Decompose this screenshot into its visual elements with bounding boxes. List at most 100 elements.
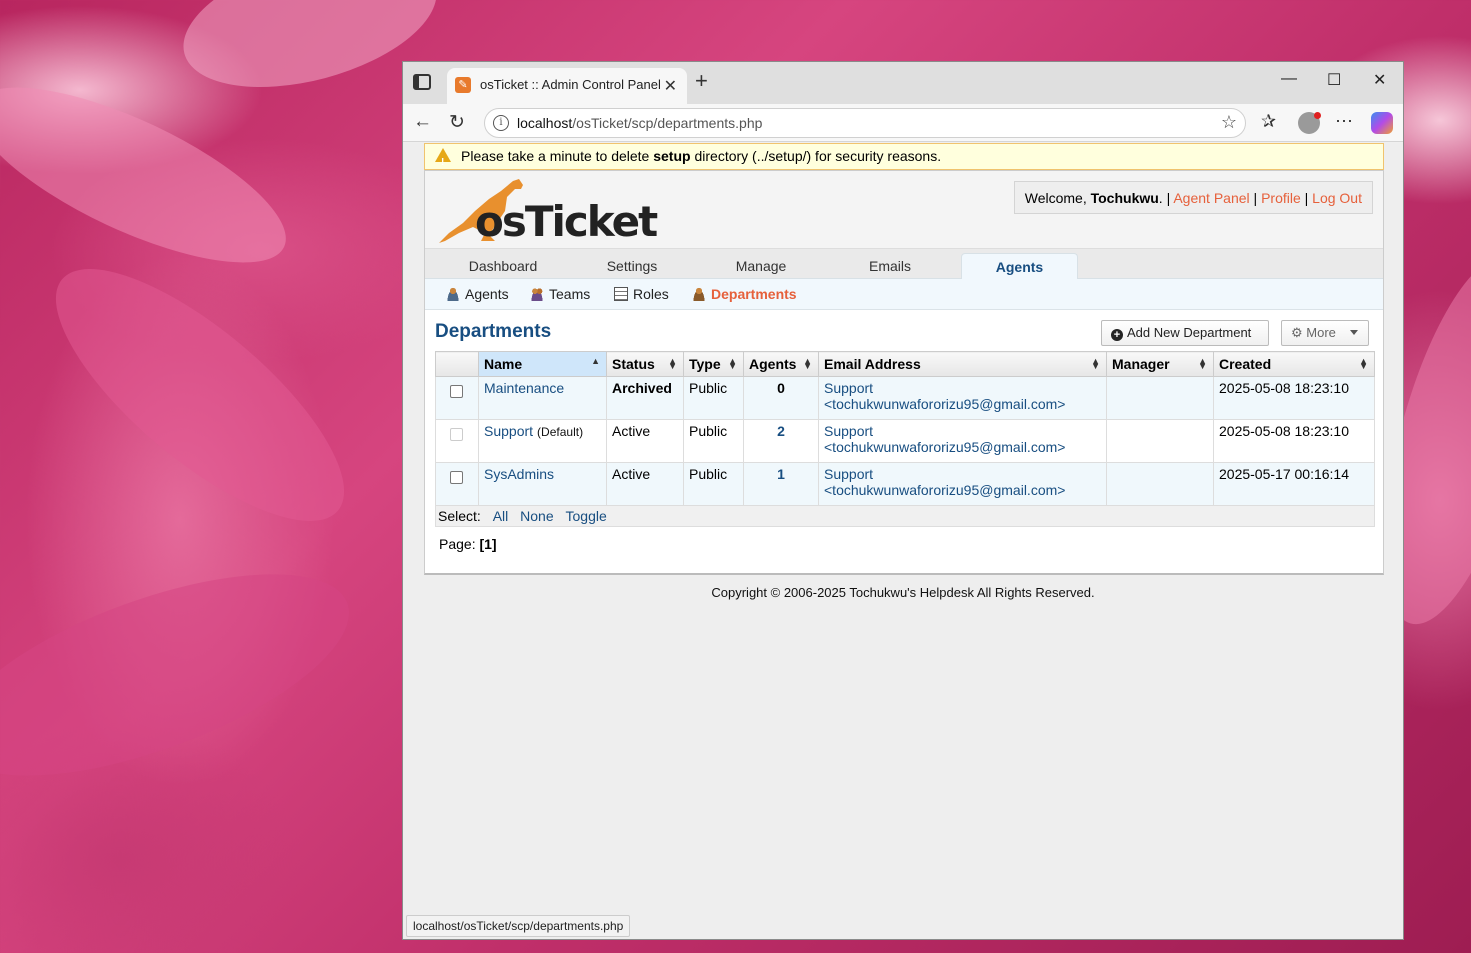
column-header-type[interactable]: Type ▲ ▼: [683, 351, 744, 377]
manager-cell: [1106, 376, 1214, 420]
wallpaper-petal: [20, 229, 380, 561]
agents-count-cell: 1: [743, 462, 819, 506]
plus-icon: +: [1111, 329, 1123, 341]
subnav-agents[interactable]: Agents: [446, 286, 509, 302]
more-dropdown-button[interactable]: ⚙ More: [1281, 320, 1369, 346]
manager-cell: [1106, 462, 1214, 506]
more-button-label: More: [1306, 325, 1336, 340]
agent-icon: [446, 287, 460, 301]
email-link[interactable]: Support <tochukwunwafororizu95@gmail.com>: [824, 380, 1065, 412]
manager-cell: [1106, 419, 1214, 463]
column-header-agents[interactable]: Agents ▲ ▼: [743, 351, 819, 377]
copyright-footer: Copyright © 2006-2025 Tochukwu's Helpdes…: [711, 585, 1095, 600]
url-field[interactable]: i localhost/osTicket/scp/departments.php…: [484, 108, 1246, 138]
add-new-department-button[interactable]: + Add New Department: [1101, 320, 1269, 346]
more-options-icon[interactable]: ⋯: [1335, 111, 1353, 132]
column-label: Agents: [749, 356, 797, 372]
subnav-departments[interactable]: Departments: [692, 286, 797, 302]
favorite-star-icon[interactable]: ☆: [1221, 112, 1237, 133]
subnav-teams-label: Teams: [549, 286, 591, 302]
minimize-icon[interactable]: —: [1281, 70, 1297, 88]
copilot-icon[interactable]: [1371, 112, 1393, 134]
tab-settings[interactable]: Settings: [582, 249, 682, 280]
sort-icon: ▲ ▼: [803, 356, 812, 371]
column-header-status[interactable]: Status ▲ ▼: [606, 351, 684, 377]
select-column-header: [435, 351, 479, 377]
gear-icon: ⚙: [1291, 325, 1307, 340]
column-label: Type: [689, 356, 721, 372]
maximize-icon[interactable]: ☐: [1327, 70, 1341, 90]
admin-container: osTicket Welcome, Tochukwu. | Agent Pane…: [424, 170, 1384, 575]
log-out-link[interactable]: Log Out: [1312, 190, 1362, 206]
department-link[interactable]: Maintenance: [484, 380, 564, 396]
page-content: Please take a minute to delete setup dir…: [403, 143, 1403, 939]
email-cell: Support <tochukwunwafororizu95@gmail.com>: [818, 419, 1107, 463]
row-checkbox[interactable]: [450, 471, 463, 484]
column-header-created[interactable]: Created ▲ ▼: [1213, 351, 1375, 377]
table-row: SysAdmins Active Public 1 Support <tochuk…: [435, 462, 1375, 506]
column-header-name[interactable]: Name ▲: [478, 351, 607, 377]
new-tab-icon[interactable]: +: [695, 68, 708, 94]
select-none-link[interactable]: None: [520, 508, 553, 524]
tab-dashboard[interactable]: Dashboard: [453, 249, 553, 280]
column-label: Name: [484, 356, 523, 372]
favorites-icon[interactable]: ✰: [1261, 111, 1276, 132]
site-info-icon[interactable]: i: [493, 115, 509, 131]
subnav-departments-label: Departments: [711, 286, 797, 302]
subnav-roles[interactable]: Roles: [614, 286, 669, 302]
column-label: Created: [1219, 356, 1272, 372]
agents-count-link[interactable]: 2: [777, 423, 785, 439]
setup-warning-banner: Please take a minute to delete setup dir…: [424, 143, 1384, 175]
email-cell: Support <tochukwunwafororizu95@gmail.com>: [818, 462, 1107, 506]
status-cell: Active: [606, 462, 684, 506]
pagination: Page: [1]: [439, 536, 497, 552]
column-header-manager[interactable]: Manager ▲ ▼: [1106, 351, 1214, 377]
tab-manage[interactable]: Manage: [711, 249, 811, 280]
agents-count-cell: 0: [743, 376, 819, 420]
email-address: <tochukwunwafororizu95@gmail.com>: [824, 396, 1066, 412]
tab-agents[interactable]: Agents: [961, 253, 1078, 281]
add-button-label: Add New Department: [1127, 325, 1252, 340]
tab-bar: ✎ osTicket :: Admin Control Panel ✕ + — …: [403, 62, 1403, 104]
email-link[interactable]: Support <tochukwunwafororizu95@gmail.com>: [824, 466, 1065, 498]
wallpaper-petal: [0, 532, 373, 818]
osticket-logo[interactable]: osTicket: [435, 177, 658, 246]
close-tab-icon[interactable]: ✕: [664, 76, 677, 96]
type-cell: Public: [683, 376, 744, 420]
address-bar: ← ↻ i localhost/osTicket/scp/departments…: [403, 104, 1403, 142]
agent-panel-link[interactable]: Agent Panel: [1173, 190, 1249, 206]
agents-count-cell: 2: [743, 419, 819, 463]
browser-tab[interactable]: ✎ osTicket :: Admin Control Panel ✕: [447, 68, 687, 104]
welcome-separator: . |: [1158, 190, 1174, 206]
agents-count-link[interactable]: 1: [777, 466, 785, 482]
osticket-favicon-icon: ✎: [455, 77, 471, 93]
column-header-email[interactable]: Email Address ▲ ▼: [818, 351, 1107, 377]
close-window-icon[interactable]: ✕: [1373, 70, 1386, 90]
reload-icon[interactable]: ↻: [449, 111, 465, 134]
email-address: <tochukwunwafororizu95@gmail.com>: [824, 439, 1066, 455]
department-link[interactable]: SysAdmins: [484, 466, 554, 482]
notification-dot: [1314, 112, 1321, 119]
profile-link[interactable]: Profile: [1261, 190, 1301, 206]
select-toggle-link[interactable]: Toggle: [566, 508, 607, 524]
department-link[interactable]: Support: [484, 423, 533, 439]
table-row: Maintenance Archived Public 0 Support <to…: [435, 376, 1375, 420]
email-link[interactable]: Support <tochukwunwafororizu95@gmail.com>: [824, 423, 1065, 455]
main-nav: Dashboard Settings Manage Emails Agents: [425, 248, 1383, 281]
page-title: Departments: [435, 321, 552, 342]
url-text: localhost/osTicket/scp/departments.php: [517, 115, 763, 131]
select-all-link[interactable]: All: [493, 508, 509, 524]
tab-emails[interactable]: Emails: [840, 249, 940, 280]
sort-icon: ▲ ▼: [728, 356, 737, 371]
tab-title: osTicket :: Admin Control Panel: [480, 77, 661, 92]
warning-text: Please take a minute to delete: [461, 148, 654, 164]
tab-actions-icon[interactable]: [413, 74, 431, 90]
email-name: Support: [824, 423, 874, 439]
column-label: Status: [612, 356, 655, 372]
page-header: osTicket Welcome, Tochukwu. | Agent Pane…: [425, 171, 1383, 248]
back-icon[interactable]: ←: [413, 111, 432, 133]
current-page: [1]: [479, 536, 497, 552]
user-info-box: Welcome, Tochukwu. | Agent Panel | Profi…: [1013, 181, 1373, 214]
row-checkbox[interactable]: [450, 385, 463, 398]
subnav-teams[interactable]: Teams: [530, 286, 590, 302]
